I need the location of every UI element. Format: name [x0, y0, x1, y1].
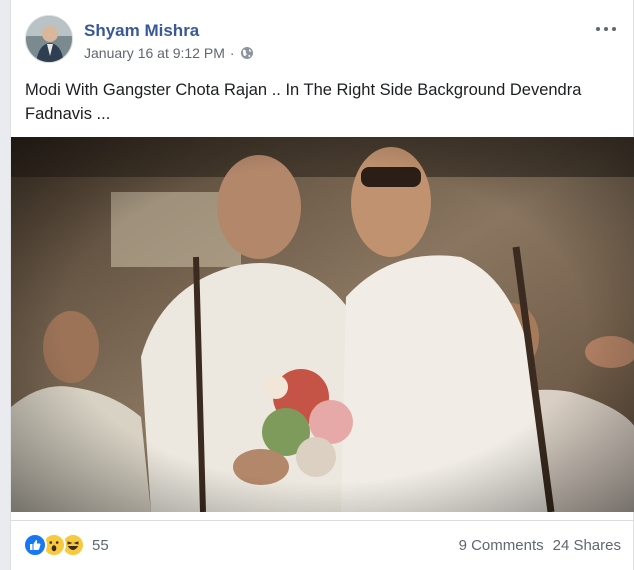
post-photo[interactable] — [11, 137, 634, 512]
more-options-icon[interactable] — [595, 20, 621, 38]
reactions-summary[interactable]: 55 — [23, 533, 109, 557]
post-timestamp[interactable]: January 16 at 9:12 PM — [84, 45, 225, 61]
photo-image — [11, 137, 634, 512]
author-name[interactable]: Shyam Mishra — [84, 21, 199, 41]
shares-link[interactable]: 24 Shares — [553, 537, 621, 554]
reaction-count: 55 — [92, 536, 109, 554]
avatar[interactable] — [25, 15, 73, 63]
comments-link[interactable]: 9 Comments — [459, 537, 544, 554]
engagement-stats: 9 Comments 24 Shares — [459, 537, 621, 554]
post-meta: January 16 at 9:12 PM · — [84, 45, 254, 61]
meta-separator: · — [229, 45, 235, 61]
like-icon — [23, 533, 47, 557]
post-header: Shyam Mishra January 16 at 9:12 PM · — [23, 14, 623, 64]
facebook-post: Shyam Mishra January 16 at 9:12 PM · Mod… — [10, 0, 634, 570]
avatar-image — [26, 16, 72, 62]
post-text: Modi With Gangster Chota Rajan .. In The… — [25, 81, 582, 123]
globe-icon[interactable] — [240, 46, 254, 60]
post-footer: 55 9 Comments 24 Shares — [11, 520, 634, 570]
